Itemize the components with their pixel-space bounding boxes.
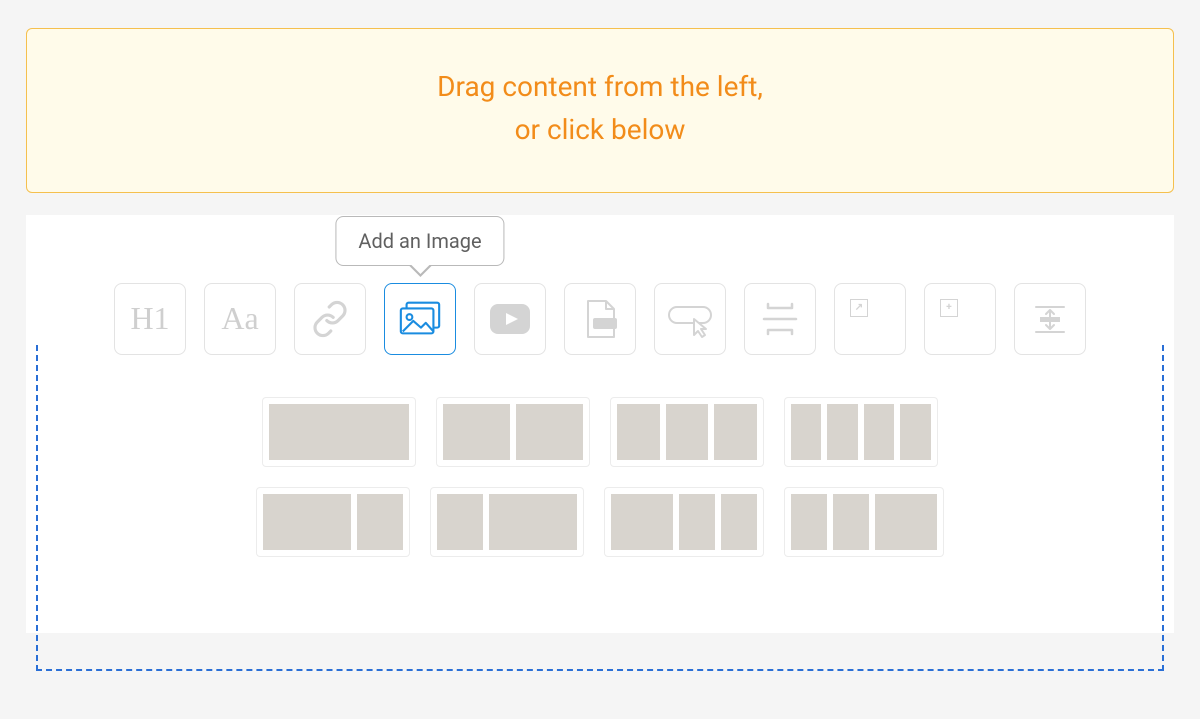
video-icon bbox=[489, 303, 531, 335]
video-tool[interactable] bbox=[474, 283, 546, 355]
layout-wide-narrow[interactable] bbox=[256, 487, 410, 557]
svg-text:FILE: FILE bbox=[597, 321, 612, 328]
divider-icon bbox=[760, 299, 800, 339]
content-toolbar: H1 Aa Add an Image bbox=[26, 283, 1174, 355]
image-tool[interactable]: Add an Image bbox=[384, 283, 456, 355]
file-icon: FILE bbox=[580, 298, 620, 340]
text-icon: Aa bbox=[221, 300, 258, 337]
layout-2col[interactable] bbox=[436, 397, 590, 467]
editor-stage: H1 Aa Add an Image bbox=[26, 215, 1174, 671]
social-share-icon: ↗ t f in bbox=[850, 299, 890, 339]
layout-1col[interactable] bbox=[262, 397, 416, 467]
link-tool[interactable] bbox=[294, 283, 366, 355]
file-tool[interactable]: FILE bbox=[564, 283, 636, 355]
image-icon bbox=[397, 299, 443, 339]
layout-row-1 bbox=[262, 397, 938, 467]
tooltip-text: Add an Image bbox=[358, 229, 481, 253]
social-follow-tool[interactable]: + t f in bbox=[924, 283, 996, 355]
layout-narrow-wide[interactable] bbox=[430, 487, 584, 557]
social-follow-icon: + t f in bbox=[940, 299, 980, 339]
layout-3col[interactable] bbox=[610, 397, 764, 467]
layout-options bbox=[26, 397, 1174, 557]
instruction-banner: Drag content from the left, or click bel… bbox=[26, 28, 1174, 193]
button-icon bbox=[666, 299, 714, 339]
layout-narrow-narrow-wide[interactable] bbox=[784, 487, 944, 557]
button-tool[interactable] bbox=[654, 283, 726, 355]
layout-row-2 bbox=[256, 487, 944, 557]
social-share-tool[interactable]: ↗ t f in bbox=[834, 283, 906, 355]
heading-icon: H1 bbox=[130, 300, 169, 337]
image-tool-tooltip: Add an Image bbox=[335, 216, 504, 266]
text-tool[interactable]: Aa bbox=[204, 283, 276, 355]
banner-line-1: Drag content from the left, bbox=[437, 70, 763, 103]
banner-line-2: or click below bbox=[515, 113, 686, 146]
layout-wide-narrow-narrow[interactable] bbox=[604, 487, 764, 557]
heading-tool[interactable]: H1 bbox=[114, 283, 186, 355]
spacer-tool[interactable] bbox=[1014, 283, 1086, 355]
spacer-icon bbox=[1030, 299, 1070, 339]
divider-tool[interactable] bbox=[744, 283, 816, 355]
link-icon bbox=[311, 300, 349, 338]
layout-4col[interactable] bbox=[784, 397, 938, 467]
